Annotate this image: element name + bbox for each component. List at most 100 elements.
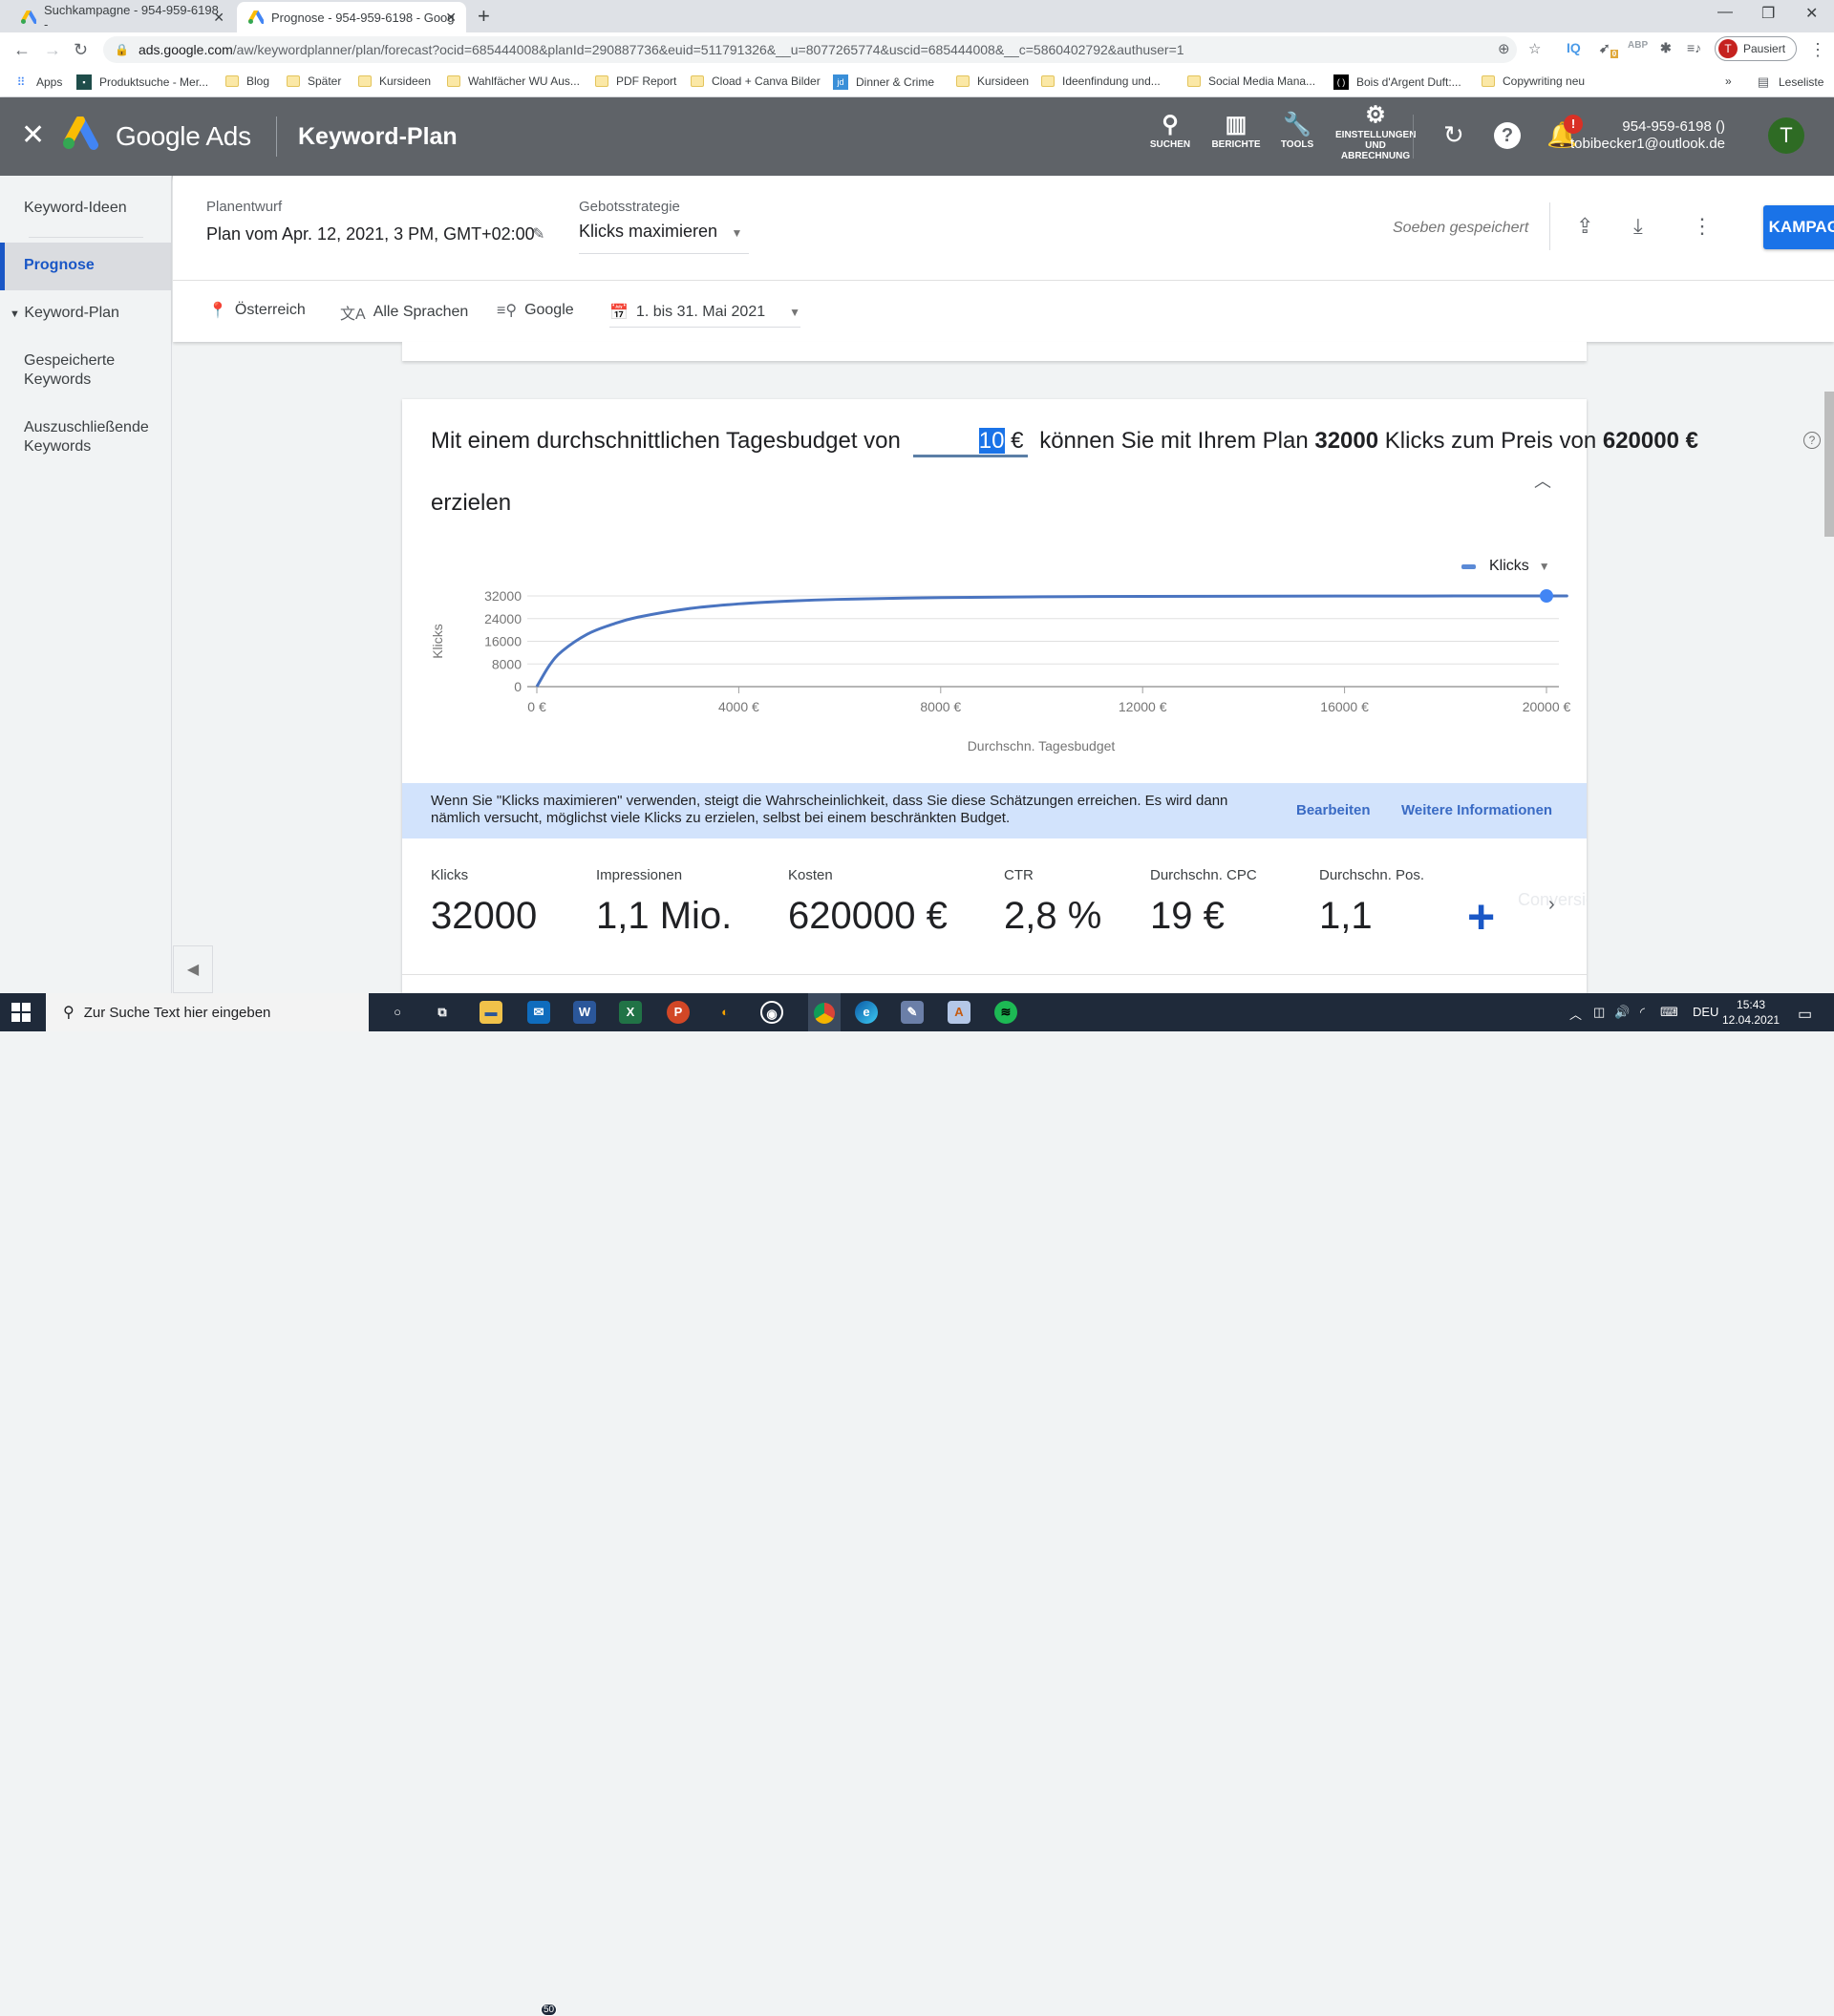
- bookmark-item[interactable]: Kursideen: [956, 74, 1029, 88]
- extension-badge: 0: [1610, 49, 1619, 58]
- folder-icon: [447, 75, 460, 87]
- volume-icon[interactable]: 🔊: [1614, 1005, 1630, 1020]
- bookmark-item[interactable]: Copywriting neu: [1482, 74, 1585, 88]
- chevron-up-icon[interactable]: ︿: [1534, 468, 1551, 493]
- settings-billing-button[interactable]: ⚙ EINSTELLUNGEN UND ABRECHNUNG: [1335, 101, 1416, 161]
- bookmark-item[interactable]: PDF Report: [595, 74, 676, 88]
- site-icon: ( ): [1333, 74, 1349, 90]
- cortana-icon[interactable]: ○: [386, 1001, 409, 1024]
- close-tab-icon[interactable]: ✕: [445, 10, 457, 26]
- bookmark-item[interactable]: Cload + Canva Bilder: [691, 74, 821, 88]
- adblock-extension-icon[interactable]: ABP: [1628, 40, 1648, 51]
- input-language[interactable]: DEU: [1693, 1005, 1718, 1019]
- tools-button[interactable]: 🔧 TOOLS: [1259, 111, 1335, 150]
- browser-toolbar: ← → ↻ 🔒 ads.google.com/aw/keywordplanner…: [0, 32, 1834, 67]
- show-hidden-icons-icon[interactable]: ︿: [1569, 1005, 1582, 1023]
- forward-icon[interactable]: →: [44, 40, 61, 60]
- help-circle-icon[interactable]: ?: [1803, 432, 1821, 449]
- browser-menu-icon[interactable]: ⋮: [1809, 40, 1826, 60]
- edge-icon[interactable]: e: [855, 1001, 878, 1024]
- bookmark-item[interactable]: Social Media Mana...: [1187, 74, 1315, 88]
- task-view-icon[interactable]: ⧉: [431, 1001, 454, 1024]
- share-icon[interactable]: ⇪: [1576, 214, 1593, 239]
- app-icon[interactable]: ◐: [714, 1001, 736, 1024]
- add-metric-plus-icon[interactable]: +: [1467, 893, 1495, 941]
- edit-pencil-icon[interactable]: ✎: [532, 224, 544, 244]
- powerpoint-icon[interactable]: P: [667, 1001, 690, 1024]
- more-bookmarks-button[interactable]: »: [1725, 74, 1732, 88]
- new-tab-icon[interactable]: +: [478, 4, 490, 29]
- close-window-icon[interactable]: ✕: [1805, 4, 1818, 23]
- date-range-dropdown[interactable]: 📅 1. bis 31. Mai 2021 ▼: [609, 297, 800, 328]
- browser-tab[interactable]: Suchkampagne - 954-959-6198 - ✕: [10, 2, 234, 32]
- bookmark-item[interactable]: Kursideen: [358, 74, 431, 88]
- bookmark-item[interactable]: Blog: [225, 74, 269, 88]
- system-clock[interactable]: 15:43 12.04.2021: [1722, 997, 1780, 1028]
- url-host: ads.google.com: [138, 42, 233, 57]
- edit-link[interactable]: Bearbeiten: [1296, 802, 1371, 818]
- calendar-icon: 📅: [609, 304, 629, 321]
- camera-icon[interactable]: ◫: [1593, 1005, 1605, 1020]
- media-control-icon[interactable]: ≡♪: [1687, 40, 1701, 55]
- reading-list-button[interactable]: ▤ Leseliste: [1756, 74, 1824, 90]
- network-filter[interactable]: ≡⚲ Google: [497, 301, 574, 320]
- download-icon[interactable]: ⤓: [1633, 214, 1643, 239]
- help-icon[interactable]: ?: [1494, 122, 1521, 149]
- mail-icon[interactable]: ✉: [527, 1001, 550, 1024]
- browser-tab-active[interactable]: Prognose - 954-959-6198 - Goog ✕: [237, 2, 466, 32]
- sidebar-item-keyword-plan[interactable]: ▼ Keyword-Plan: [10, 304, 153, 324]
- bird-extension-icon[interactable]: ➹ 0: [1599, 40, 1619, 58]
- sidebar-item-forecast[interactable]: Prognose: [0, 243, 172, 290]
- bookmark-apps[interactable]: ⠿ Apps: [13, 74, 63, 90]
- bid-strategy-dropdown[interactable]: Klicks maximieren ▼: [579, 222, 749, 254]
- daily-budget-input[interactable]: 10 €: [912, 428, 1028, 457]
- google-ads-favicon-icon: [248, 9, 265, 24]
- create-campaign-button[interactable]: KAMPAGNE ERSTELLEN: [1763, 205, 1834, 249]
- chevron-right-icon[interactable]: ›: [1548, 894, 1555, 916]
- account-info[interactable]: 954-959-6198 () tobibecker1@outlook.de: [1570, 118, 1725, 153]
- language-filter[interactable]: 文A Alle Sprachen: [340, 301, 468, 324]
- close-tab-icon[interactable]: ✕: [213, 10, 224, 26]
- bookmark-item[interactable]: jd Dinner & Crime: [833, 74, 934, 90]
- excel-icon[interactable]: X: [619, 1001, 642, 1024]
- app-icon[interactable]: ✎: [901, 1001, 924, 1024]
- sidebar-item-saved-keywords[interactable]: Gespeicherte Keywords: [24, 351, 167, 390]
- location-filter[interactable]: 📍 Österreich: [208, 301, 306, 320]
- taskbar-search-input[interactable]: ⚲ Zur Suche Text hier eingeben: [46, 993, 369, 1031]
- profile-button[interactable]: T Pausiert: [1715, 36, 1797, 61]
- zoom-icon[interactable]: ⊕: [1498, 40, 1510, 57]
- keyboard-icon[interactable]: ⌨: [1660, 1005, 1678, 1020]
- wifi-icon[interactable]: ◜: [1640, 1005, 1645, 1020]
- windows-start-icon[interactable]: [11, 1003, 31, 1022]
- app-icon[interactable]: A: [948, 1001, 970, 1024]
- avatar[interactable]: T: [1768, 117, 1804, 154]
- collapse-sidebar-button[interactable]: ◀: [173, 945, 213, 993]
- page-scrollbar[interactable]: [1824, 392, 1834, 537]
- bookmark-item[interactable]: Ideenfindung und...: [1041, 74, 1161, 88]
- bookmark-star-icon[interactable]: ☆: [1528, 40, 1541, 57]
- sidebar-item-keyword-ideas[interactable]: Keyword-Ideen: [24, 199, 167, 218]
- chrome-icon[interactable]: [808, 993, 841, 1031]
- minimize-icon[interactable]: —: [1717, 4, 1733, 21]
- file-explorer-icon[interactable]: ▬: [480, 1001, 502, 1024]
- spotify-icon[interactable]: ≋: [994, 1001, 1017, 1024]
- sidebar-item-negative-keywords[interactable]: Auszuschließende Keywords: [24, 418, 167, 456]
- action-center-icon[interactable]: ▭: [1798, 1005, 1812, 1024]
- bookmark-item[interactable]: ▪ Produktsuche - Mer...: [76, 74, 208, 90]
- back-icon[interactable]: ←: [13, 40, 31, 60]
- close-icon[interactable]: ✕: [21, 118, 45, 152]
- search-tool-button[interactable]: ⚲ SUCHEN: [1132, 111, 1208, 150]
- more-options-icon[interactable]: ⋮: [1692, 214, 1713, 239]
- reload-icon[interactable]: ↻: [74, 40, 88, 60]
- bookmark-item[interactable]: ( ) Bois d'Argent Duft:...: [1333, 74, 1461, 90]
- refresh-icon[interactable]: ↻: [1443, 120, 1464, 150]
- more-info-link[interactable]: Weitere Informationen: [1401, 802, 1552, 818]
- iq-extension-icon[interactable]: IQ: [1567, 40, 1581, 55]
- bookmark-item[interactable]: Wahlfächer WU Aus...: [447, 74, 580, 88]
- bookmark-item[interactable]: Später: [287, 74, 341, 88]
- extensions-puzzle-icon[interactable]: ✱: [1660, 40, 1672, 56]
- address-bar[interactable]: 🔒 ads.google.com/aw/keywordplanner/plan/…: [103, 36, 1517, 63]
- obs-icon[interactable]: ◉: [760, 1001, 783, 1024]
- restore-icon[interactable]: ❐: [1761, 4, 1775, 23]
- word-icon[interactable]: W: [573, 1001, 596, 1024]
